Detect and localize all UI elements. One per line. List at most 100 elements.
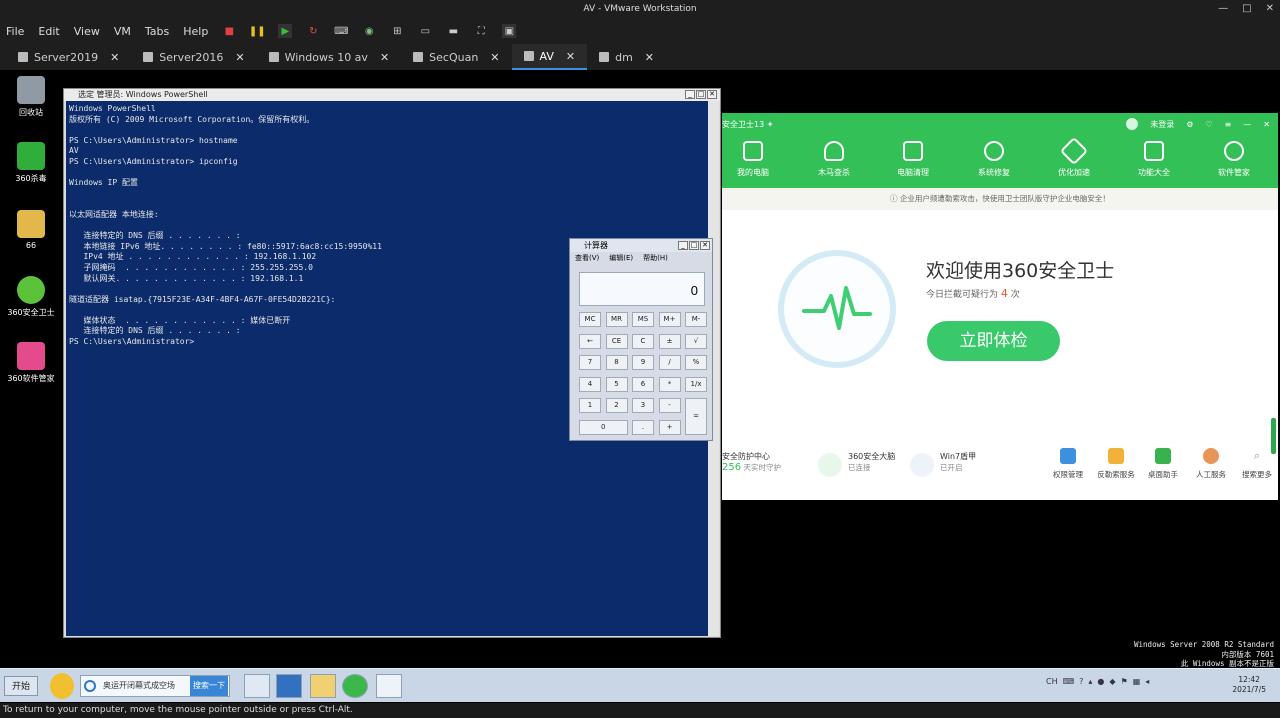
library-icon[interactable]: ▭ — [418, 24, 432, 38]
close-tab-icon[interactable]: ✕ — [566, 50, 575, 63]
calc-key-ms[interactable]: MS — [632, 312, 654, 327]
send-keys-icon[interactable]: ⌨ — [334, 24, 348, 38]
network-icon[interactable]: ▦ — [1133, 677, 1141, 686]
360-side-scroll[interactable] — [1271, 418, 1276, 454]
suspend-icon[interactable]: ❚❚ — [249, 24, 266, 38]
calc-key-multiply[interactable]: * — [658, 376, 681, 392]
check-now-button[interactable]: 立即体检 — [927, 321, 1060, 361]
close-tab-icon[interactable]: ✕ — [235, 51, 244, 64]
360-nav-software[interactable]: 软件管家 — [1202, 141, 1266, 178]
360-nav-features[interactable]: 功能大全 — [1122, 141, 1186, 178]
calc-key-0[interactable]: 0 — [579, 419, 628, 435]
menu-vm[interactable]: VM — [114, 25, 131, 38]
assistant-icon[interactable] — [50, 673, 74, 699]
avatar[interactable] — [1126, 118, 1139, 130]
maximize-icon[interactable]: □ — [696, 90, 706, 99]
calc-key-4[interactable]: 4 — [579, 376, 601, 392]
menu-file[interactable]: File — [6, 25, 24, 38]
calc-key-sqrt[interactable]: √ — [685, 333, 707, 349]
calc-key-1[interactable]: 1 — [579, 398, 601, 413]
calc-key-2[interactable]: 2 — [605, 398, 628, 413]
desktop-icon-360-antivirus[interactable]: 360杀毒 — [3, 142, 59, 184]
calc-key-m-[interactable]: M- — [685, 312, 707, 327]
calc-key-divide[interactable]: / — [658, 355, 681, 370]
menu-edit[interactable]: Edit — [38, 25, 59, 38]
maximize-icon[interactable]: □ — [1242, 0, 1251, 18]
maximize-icon[interactable]: □ — [689, 241, 699, 250]
360-nav-my-computer[interactable]: 我的电脑 — [721, 141, 785, 178]
desktop-icon-360-software[interactable]: 360软件管家 — [3, 342, 59, 384]
tray-expand-icon[interactable]: ▴ — [1088, 677, 1092, 686]
calculator-window[interactable]: 计算器 _ □ ✕ 查看(V) 编辑(E) 帮助(H) 0 MC MR MS M+ M-… — [569, 238, 713, 441]
calc-menu-help[interactable]: 帮助(H) — [643, 252, 668, 265]
calc-key-3[interactable]: 3 — [632, 398, 654, 413]
protection-center[interactable]: 安全防护中心 256 天实时守护 — [722, 451, 781, 473]
desktop-icon-recycle-bin[interactable]: 回收站 — [3, 76, 59, 118]
calc-key-5[interactable]: 5 — [605, 376, 628, 392]
tab-secquan[interactable]: SecQuan ✕ — [401, 44, 511, 70]
tool-ransomware[interactable]: 反勒索服务 — [1093, 448, 1139, 480]
close-icon[interactable]: ✕ — [1266, 0, 1274, 18]
calc-key-9[interactable]: 9 — [632, 355, 654, 370]
360-nav-speedup[interactable]: 优化加速 — [1042, 136, 1106, 178]
calculator-taskbar-icon[interactable] — [376, 674, 402, 698]
snapshot-manager-icon[interactable]: ⊞ — [390, 24, 404, 38]
fullscreen-icon[interactable]: ⛶ — [474, 24, 488, 38]
shield-tray-icon[interactable]: ◆ — [1109, 677, 1115, 686]
calc-key-plus-minus[interactable]: ± — [658, 333, 681, 349]
minimize-icon[interactable]: _ — [685, 90, 695, 99]
tool-desktop-helper[interactable]: 桌面助手 — [1140, 448, 1186, 480]
calc-key-decimal[interactable]: . — [632, 419, 654, 435]
console-view-icon[interactable]: ▬ — [446, 24, 460, 38]
gear-icon[interactable]: ⚙ — [1186, 120, 1193, 129]
server-manager-icon[interactable] — [244, 674, 270, 698]
explorer-icon[interactable] — [310, 674, 336, 698]
minimize-icon[interactable]: _ — [678, 241, 688, 250]
360-notice-bar[interactable]: ⓘ 企业用户频遭勒索攻击，快使用卫士团队版守护企业电脑安全！ — [722, 188, 1278, 210]
minimize-icon[interactable]: — — [1218, 0, 1228, 18]
360-tray-icon[interactable]: ● — [1097, 677, 1104, 686]
desktop-icon-360-security[interactable]: 360安全卫士 — [3, 276, 59, 318]
calc-menu-edit[interactable]: 编辑(E) — [609, 252, 633, 265]
snapshot-icon[interactable]: ◉ — [362, 24, 376, 38]
360-taskbar-icon[interactable] — [342, 674, 368, 698]
calc-key-reciprocal[interactable]: 1/x — [685, 376, 707, 392]
power-on-icon[interactable]: ▶ — [278, 24, 293, 38]
calc-key-7[interactable]: 7 — [579, 355, 601, 370]
close-icon[interactable]: ✕ — [1263, 120, 1270, 129]
unity-icon[interactable]: ▣ — [502, 24, 517, 38]
close-tab-icon[interactable]: ✕ — [645, 51, 654, 64]
powershell-titlebar[interactable]: 选定 管理员: Windows PowerShell — [64, 89, 720, 101]
calc-key-plus[interactable]: + — [658, 419, 681, 435]
tab-windows10av[interactable]: Windows 10 av ✕ — [257, 44, 402, 70]
minimize-icon[interactable]: — — [1243, 120, 1251, 129]
tool-permissions[interactable]: 权限管理 — [1045, 448, 1091, 480]
calc-key-equals[interactable]: = — [685, 398, 707, 435]
calc-key-m+[interactable]: M+ — [658, 312, 681, 327]
close-tab-icon[interactable]: ✕ — [380, 51, 389, 64]
360-nav-cleanup[interactable]: 电脑清理 — [881, 141, 945, 178]
keyboard-icon[interactable]: ⌨ — [1063, 677, 1075, 686]
menu-help[interactable]: Help — [183, 25, 208, 38]
help-icon[interactable]: ? — [1079, 677, 1083, 686]
menu-icon[interactable]: ≡ — [1225, 120, 1232, 129]
calc-key-ce[interactable]: CE — [605, 333, 628, 349]
powershell-taskbar-icon[interactable] — [276, 674, 302, 698]
calc-key-8[interactable]: 8 — [605, 355, 628, 370]
power-off-icon[interactable]: ■ — [222, 24, 236, 38]
menu-view[interactable]: View — [74, 25, 100, 38]
desktop-icon-folder[interactable]: 66 — [3, 210, 59, 250]
360-nav-repair[interactable]: 系统修复 — [962, 141, 1026, 178]
taskbar-clock[interactable]: 12:42 2021/7/5 — [1232, 675, 1266, 695]
skin-icon[interactable]: ♡ — [1205, 120, 1212, 129]
start-button[interactable]: 开始 — [4, 676, 38, 696]
close-tab-icon[interactable]: ✕ — [110, 51, 119, 64]
volume-icon[interactable]: ◂ — [1145, 677, 1149, 686]
calc-key-mc[interactable]: MC — [579, 312, 601, 327]
search-button[interactable]: 搜索一下 — [190, 676, 228, 696]
calc-key-6[interactable]: 6 — [632, 376, 654, 392]
tool-manual-service[interactable]: 人工服务 — [1188, 448, 1234, 480]
tab-server2019[interactable]: Server2019 ✕ — [6, 44, 131, 70]
close-icon[interactable]: ✕ — [700, 241, 710, 250]
reset-icon[interactable]: ↻ — [306, 24, 320, 38]
